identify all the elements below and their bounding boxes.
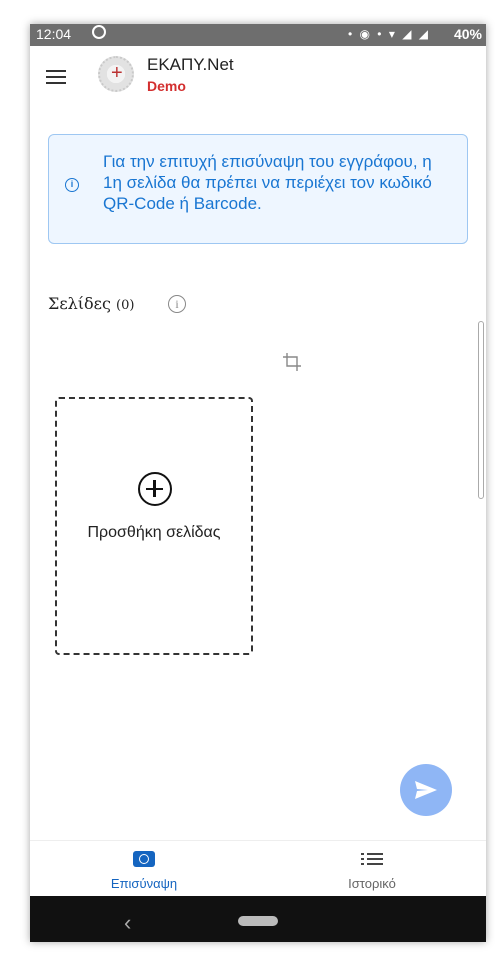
- status-indicators-icon: • ◉ • ▾ ◢ ◢: [347, 27, 430, 41]
- app-subtitle: Demo: [147, 78, 186, 94]
- back-icon[interactable]: ‹: [124, 910, 131, 936]
- info-banner-text: Για την επιτυχή επισύναψη του εγγράφου, …: [103, 152, 432, 213]
- menu-icon[interactable]: [46, 70, 66, 85]
- crop-icon[interactable]: [282, 352, 304, 372]
- whatsapp-notification-icon: [92, 25, 106, 39]
- list-icon: [361, 851, 383, 867]
- screenshot-frame: 12:04 • ◉ • ▾ ◢ ◢ 40% ΕΚΑΠΥ.Net Demo i Γ…: [0, 0, 495, 953]
- tab-attach-label: Επισύναψη: [110, 876, 178, 891]
- pages-heading: Σελίδες (0): [48, 294, 134, 313]
- pages-info-icon[interactable]: i: [168, 295, 186, 313]
- add-circle-icon: [138, 472, 172, 506]
- bottom-navigation: Επισύναψη Ιστορικό: [30, 840, 486, 896]
- camera-icon: [133, 851, 155, 867]
- tab-attach[interactable]: Επισύναψη: [30, 849, 258, 891]
- pages-count: (0): [116, 298, 135, 313]
- app-bar: ΕΚΑΠΥ.Net Demo: [30, 46, 486, 108]
- status-time: 12:04: [36, 26, 72, 42]
- battery-level: 40%: [453, 26, 482, 42]
- info-banner: i Για την επιτυχή επισύναψη του εγγράφου…: [48, 134, 468, 244]
- system-navigation-bar: ‹: [30, 896, 486, 942]
- add-page-button[interactable]: Προσθήκη σελίδας: [55, 397, 253, 655]
- tab-history-label: Ιστορικό: [348, 876, 396, 891]
- send-button[interactable]: [400, 764, 452, 816]
- send-icon: [415, 781, 437, 799]
- app-logo: [98, 56, 134, 92]
- tab-history[interactable]: Ιστορικό: [258, 849, 486, 891]
- app-title: ΕΚΑΠΥ.Net: [147, 55, 234, 74]
- status-bar: 12:04 • ◉ • ▾ ◢ ◢ 40%: [30, 24, 486, 46]
- info-icon: i: [65, 178, 79, 192]
- pages-label: Σελίδες: [48, 294, 111, 313]
- scrollbar[interactable]: [478, 321, 484, 499]
- add-page-label: Προσθήκη σελίδας: [87, 524, 221, 541]
- phone-screen: 12:04 • ◉ • ▾ ◢ ◢ 40% ΕΚΑΠΥ.Net Demo i Γ…: [30, 24, 486, 942]
- home-pill-icon[interactable]: [238, 916, 278, 926]
